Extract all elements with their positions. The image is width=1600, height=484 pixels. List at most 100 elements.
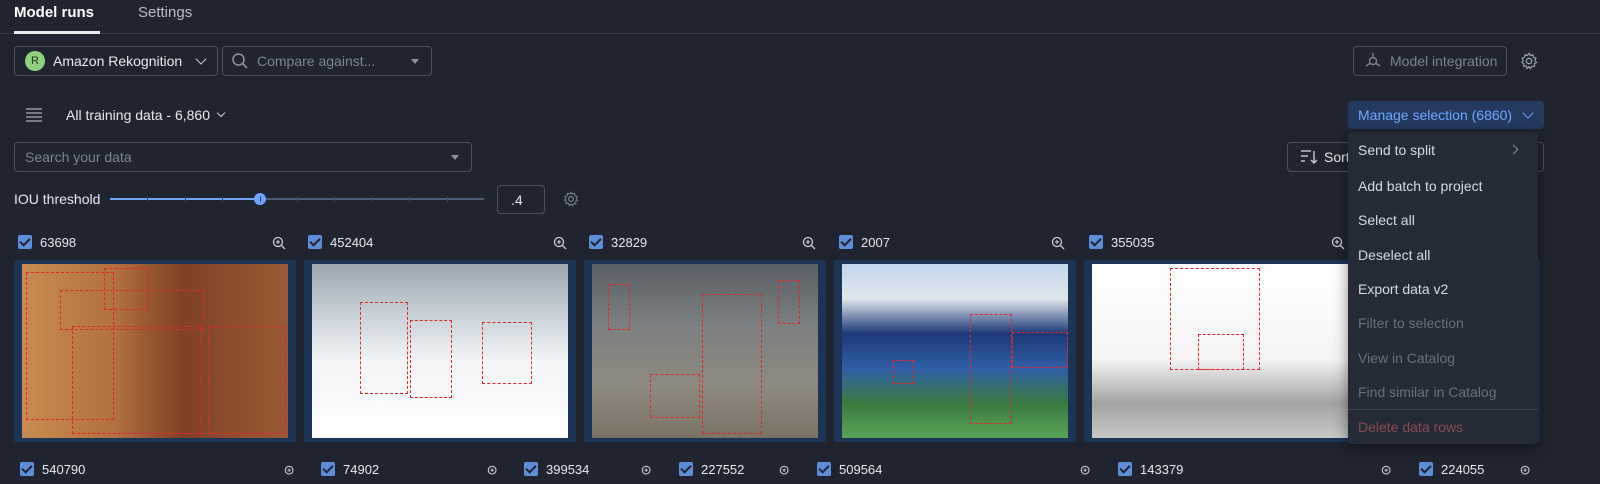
manage-selection-menu: Send to split Add batch to project Selec…	[1348, 132, 1538, 444]
card-header: 63698	[18, 233, 76, 251]
slider-tick	[184, 196, 186, 202]
bounding-box	[360, 302, 408, 394]
zoom-in-icon[interactable]	[1080, 465, 1092, 477]
bounding-box	[778, 280, 800, 324]
bounding-box	[650, 374, 700, 418]
row-checkbox[interactable]	[817, 462, 831, 476]
manage-selection-button[interactable]: Manage selection (6860)	[1348, 101, 1544, 129]
data-row-id: 2007	[861, 234, 890, 250]
menu-item-deselect-all[interactable]: Deselect all	[1358, 247, 1430, 263]
data-row-thumbnail	[592, 264, 818, 438]
row-checkbox[interactable]	[20, 462, 34, 476]
row-checkbox[interactable]	[321, 462, 335, 476]
model-select[interactable]: R Amazon Rekognition	[14, 46, 218, 76]
card-header: 224055	[1419, 461, 1485, 477]
zoom-in-icon[interactable]	[641, 465, 653, 477]
zoom-in-icon[interactable]	[1051, 236, 1065, 250]
data-row-thumbnail	[312, 264, 568, 438]
card-header: 355035	[1089, 233, 1154, 251]
zoom-in-icon[interactable]	[553, 236, 567, 250]
menu-item-add-batch-to-project[interactable]: Add batch to project	[1358, 178, 1483, 194]
zoom-in-icon[interactable]	[272, 236, 286, 250]
active-tab-indicator	[14, 31, 100, 34]
data-row-id: 63698	[40, 234, 77, 250]
chevron-down-icon	[195, 53, 207, 65]
card-header: 452404	[308, 233, 373, 251]
slider-tick	[446, 196, 448, 202]
slider-tick	[222, 196, 224, 202]
bounding-box	[892, 360, 914, 384]
chevron-right-icon	[1508, 144, 1519, 155]
row-checkbox[interactable]	[1419, 462, 1433, 476]
iou-threshold-input[interactable]: .4	[497, 185, 545, 214]
data-row-card[interactable]	[14, 260, 296, 442]
settings-gear-icon[interactable]	[1520, 52, 1538, 70]
zoom-in-icon[interactable]	[1381, 465, 1393, 477]
chevron-down-icon	[1522, 107, 1534, 119]
data-row-id: 452404	[330, 234, 374, 250]
menu-item-delete-data-rows: Delete data rows	[1358, 419, 1464, 435]
row-checkbox[interactable]	[18, 235, 32, 249]
chevron-down-icon	[216, 108, 226, 118]
tab-bar: Model runs Settings	[0, 0, 1600, 34]
iou-slider[interactable]	[110, 193, 484, 205]
menu-item-view-in-catalog: View in Catalog	[1358, 350, 1456, 366]
caret-down-icon	[451, 154, 459, 160]
bounding-box	[1012, 332, 1068, 368]
zoom-in-icon[interactable]	[802, 236, 816, 250]
menu-divider	[1348, 409, 1538, 410]
menu-item-export-data-v2[interactable]: Export data v2	[1358, 281, 1448, 297]
slider-tick	[147, 196, 149, 202]
data-row-card[interactable]	[584, 260, 826, 442]
integration-icon	[1365, 53, 1381, 67]
bounding-box	[482, 322, 532, 384]
data-row-id: 509564	[839, 461, 883, 477]
dataset-select[interactable]: All training data - 6,860	[66, 107, 226, 123]
menu-item-select-all[interactable]: Select all	[1358, 212, 1415, 228]
data-row-card[interactable]	[834, 260, 1076, 442]
row-checkbox[interactable]	[524, 462, 538, 476]
iou-settings-icon[interactable]	[563, 191, 579, 207]
tab-settings[interactable]: Settings	[138, 4, 192, 21]
card-header: 509564	[817, 461, 883, 477]
zoom-in-icon[interactable]	[487, 465, 499, 477]
list-view-icon[interactable]	[26, 108, 42, 122]
data-row-id: 224055	[1441, 461, 1485, 477]
data-row-card[interactable]	[304, 260, 576, 442]
caret-down-icon	[411, 58, 419, 64]
sort-icon	[1301, 150, 1318, 164]
bounding-box	[1198, 334, 1244, 370]
menu-item-filter-to-selection: Filter to selection	[1358, 315, 1464, 331]
row-checkbox[interactable]	[1089, 235, 1103, 249]
zoom-in-icon[interactable]	[1520, 465, 1532, 477]
row-checkbox[interactable]	[1118, 462, 1132, 476]
row-checkbox[interactable]	[589, 235, 603, 249]
data-row-id: 143379	[1140, 461, 1184, 477]
bounding-box	[208, 326, 286, 434]
bounding-box	[702, 294, 762, 434]
row-checkbox[interactable]	[839, 235, 853, 249]
row-checkbox[interactable]	[679, 462, 693, 476]
zoom-in-icon[interactable]	[779, 465, 791, 477]
compare-placeholder: Compare against...	[257, 53, 376, 69]
dataset-label: All training data - 6,860	[66, 107, 210, 123]
data-row-thumbnail	[22, 264, 288, 438]
card-header: 227552	[679, 461, 745, 477]
tab-model-runs[interactable]: Model runs	[14, 4, 94, 21]
compare-select[interactable]: Compare against...	[222, 46, 432, 76]
slider-tick	[297, 196, 298, 202]
iou-threshold-label: IOU threshold	[14, 191, 101, 207]
data-row-id: 540790	[42, 461, 86, 477]
data-row-id: 399534	[546, 461, 590, 477]
search-icon	[232, 53, 248, 69]
row-checkbox[interactable]	[308, 235, 322, 249]
search-input[interactable]: Search your data	[14, 142, 472, 172]
data-row-id: 355035	[1111, 234, 1155, 250]
slider-tick	[371, 196, 373, 202]
menu-item-send-to-split[interactable]: Send to split	[1358, 142, 1435, 158]
zoom-in-icon[interactable]	[1331, 236, 1345, 250]
data-row-id: 227552	[701, 461, 745, 477]
zoom-in-icon[interactable]	[284, 465, 296, 477]
data-row-thumbnail	[842, 264, 1068, 438]
model-integration-button[interactable]: Model integration	[1353, 46, 1507, 76]
